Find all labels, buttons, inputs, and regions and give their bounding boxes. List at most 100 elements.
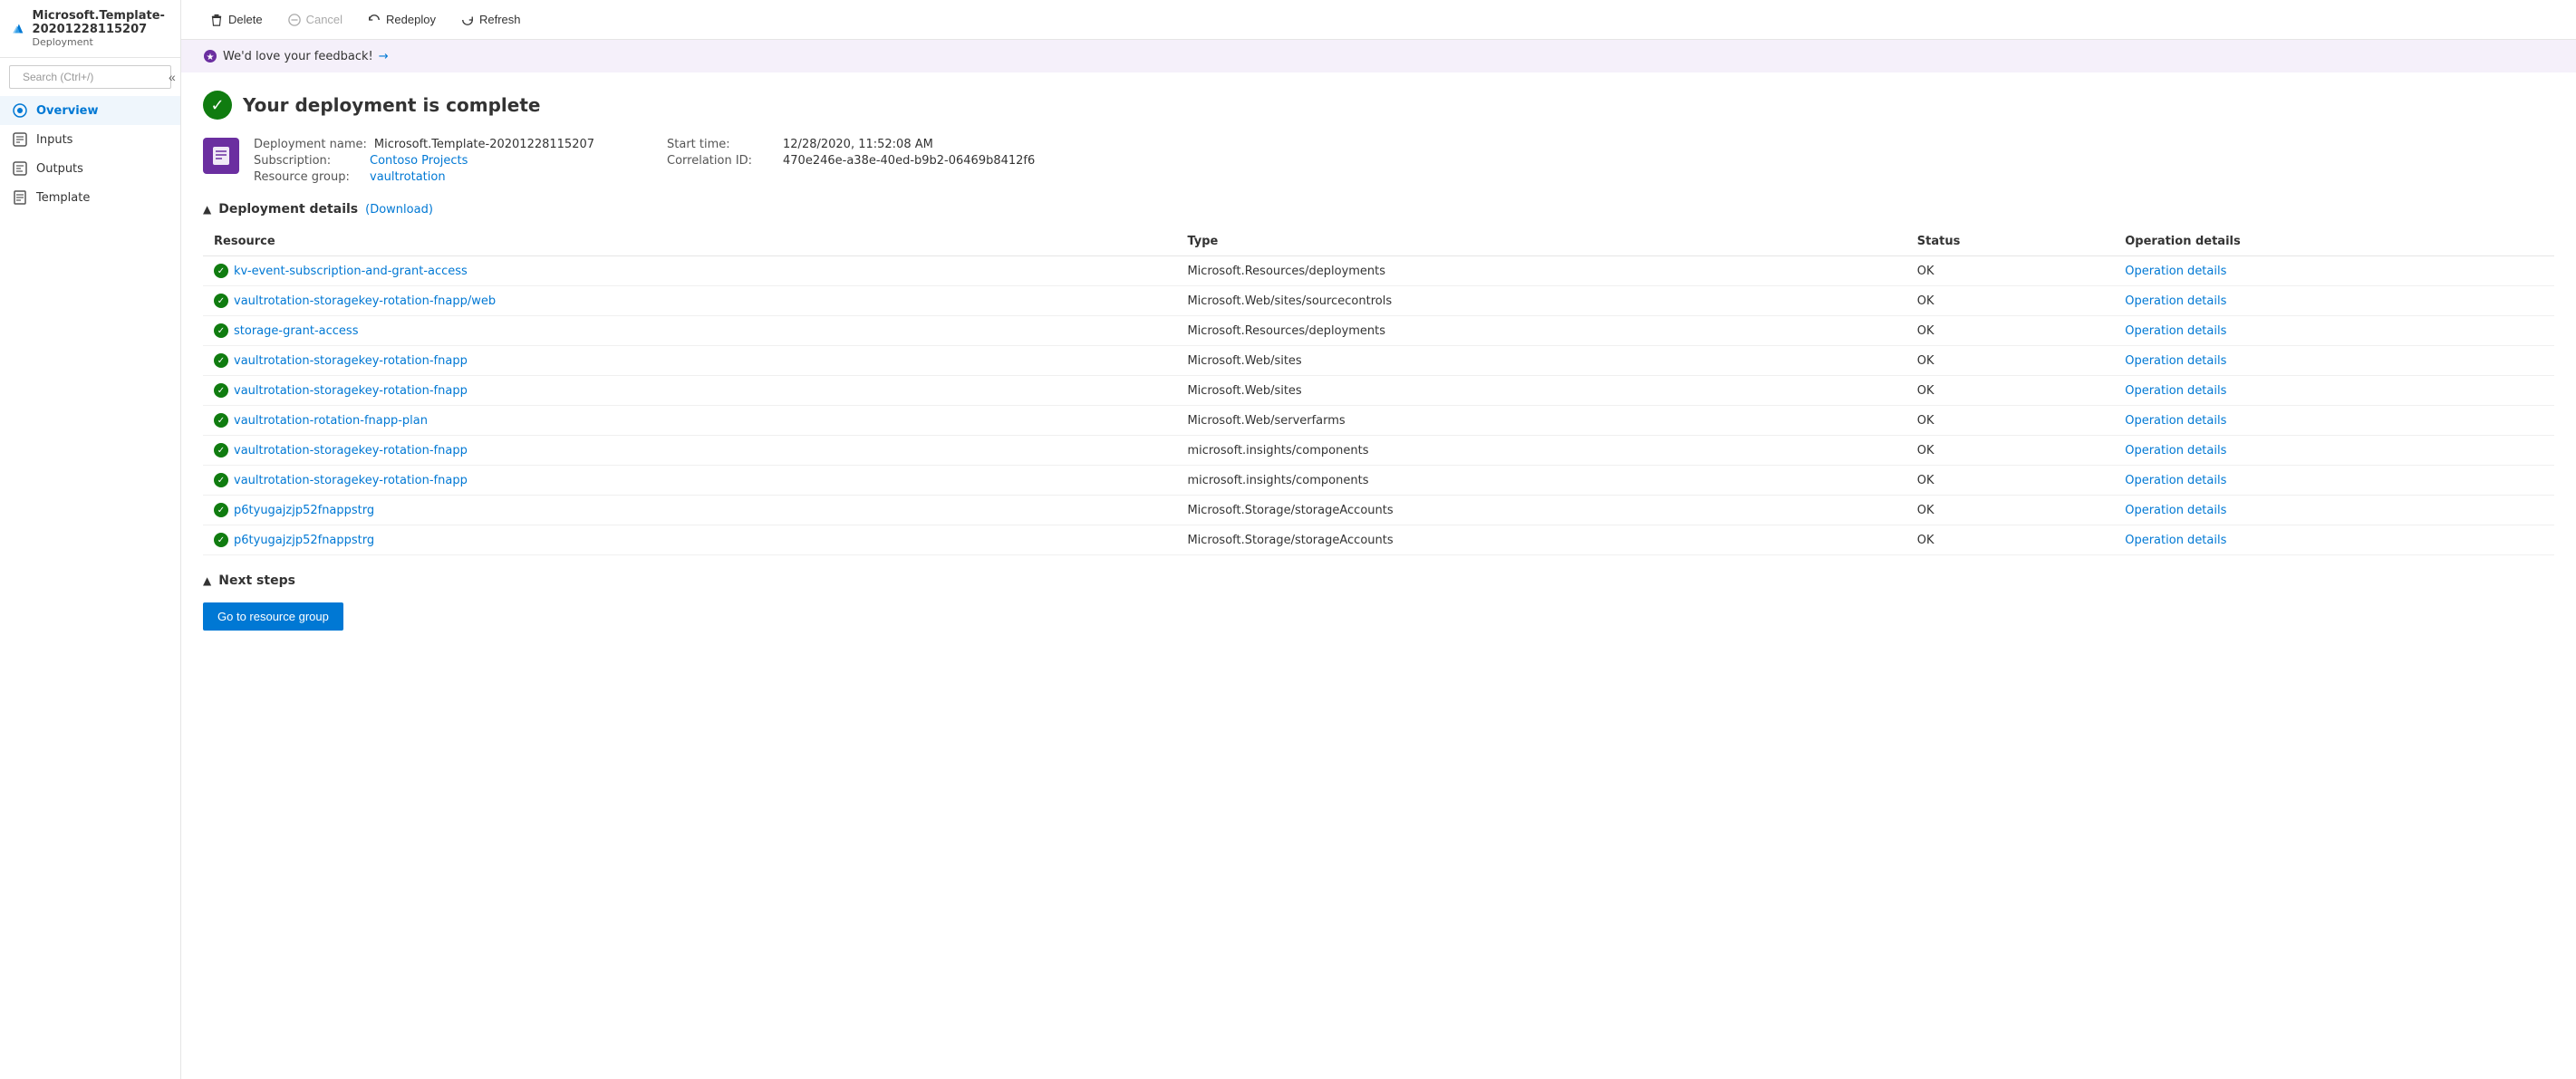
- resource-link-6[interactable]: ✓ vaultrotation-storagekey-rotation-fnap…: [214, 443, 1165, 458]
- deployment-meta-icon: [203, 138, 239, 174]
- cell-status-5: OK: [1906, 406, 2114, 436]
- sidebar-item-overview[interactable]: Overview: [0, 96, 180, 125]
- main-content: Delete Cancel Redeploy Refresh: [181, 0, 2576, 1079]
- deployment-details-label: Deployment details: [218, 202, 358, 217]
- cell-status-9: OK: [1906, 525, 2114, 555]
- go-to-resource-group-button[interactable]: Go to resource group: [203, 602, 343, 631]
- check-icon-6: ✓: [214, 443, 228, 458]
- feedback-icon: ★: [203, 49, 217, 63]
- next-steps-header[interactable]: ▲ Next steps: [203, 573, 2554, 588]
- download-link[interactable]: (Download): [365, 203, 433, 217]
- meta-correlation-label: Correlation ID:: [667, 154, 776, 168]
- cell-operation-2: Operation details: [2114, 316, 2554, 346]
- svg-text:★: ★: [207, 53, 215, 63]
- outputs-icon: [13, 161, 27, 176]
- operation-link-0[interactable]: Operation details: [2125, 265, 2226, 278]
- cell-type-9: Microsoft.Storage/storageAccounts: [1176, 525, 1905, 555]
- cell-resource-3: ✓ vaultrotation-storagekey-rotation-fnap…: [203, 346, 1176, 376]
- check-icon-9: ✓: [214, 533, 228, 547]
- template-meta-icon: [210, 145, 232, 167]
- resource-link-1[interactable]: ✓ vaultrotation-storagekey-rotation-fnap…: [214, 294, 1165, 308]
- cell-resource-1: ✓ vaultrotation-storagekey-rotation-fnap…: [203, 286, 1176, 316]
- search-input[interactable]: [23, 71, 163, 83]
- search-bar-container[interactable]: «: [9, 65, 171, 89]
- refresh-button[interactable]: Refresh: [450, 7, 532, 32]
- operation-link-3[interactable]: Operation details: [2125, 354, 2226, 368]
- cell-resource-0: ✓ kv-event-subscription-and-grant-access: [203, 256, 1176, 286]
- operation-link-7[interactable]: Operation details: [2125, 474, 2226, 487]
- col-resource: Resource: [203, 227, 1176, 256]
- cell-operation-4: Operation details: [2114, 376, 2554, 406]
- cell-status-0: OK: [1906, 256, 2114, 286]
- cell-resource-4: ✓ vaultrotation-storagekey-rotation-fnap…: [203, 376, 1176, 406]
- overview-section: ✓ Your deployment is complete Deployment…: [181, 72, 2576, 573]
- details-chevron-icon: ▲: [203, 203, 211, 216]
- sidebar: Microsoft.Template-20201228115207 Deploy…: [0, 0, 181, 1079]
- table-row: ✓ vaultrotation-storagekey-rotation-fnap…: [203, 286, 2554, 316]
- resource-link-5[interactable]: ✓ vaultrotation-rotation-fnapp-plan: [214, 413, 1165, 428]
- cell-resource-2: ✓ storage-grant-access: [203, 316, 1176, 346]
- sidebar-item-inputs[interactable]: Inputs: [0, 125, 180, 154]
- operation-link-6[interactable]: Operation details: [2125, 444, 2226, 458]
- feedback-text: We'd love your feedback!: [223, 50, 373, 63]
- check-icon-4: ✓: [214, 383, 228, 398]
- resource-link-2[interactable]: ✓ storage-grant-access: [214, 323, 1165, 338]
- meta-subscription-link[interactable]: Contoso Projects: [370, 154, 468, 168]
- meta-rg-link[interactable]: vaultrotation: [370, 170, 446, 184]
- cell-type-0: Microsoft.Resources/deployments: [1176, 256, 1905, 286]
- cell-status-6: OK: [1906, 436, 2114, 466]
- meta-left: Deployment name: Microsoft.Template-2020…: [254, 138, 594, 184]
- sidebar-item-outputs[interactable]: Outputs: [0, 154, 180, 183]
- sidebar-title: Microsoft.Template-20201228115207: [33, 9, 169, 36]
- check-icon-1: ✓: [214, 294, 228, 308]
- template-icon: [13, 190, 27, 205]
- deployment-complete-title: Your deployment is complete: [243, 94, 540, 116]
- collapse-button[interactable]: «: [169, 70, 176, 84]
- operation-link-1[interactable]: Operation details: [2125, 294, 2226, 308]
- next-steps-chevron-icon: ▲: [203, 574, 211, 587]
- cell-operation-1: Operation details: [2114, 286, 2554, 316]
- feedback-link[interactable]: →: [379, 50, 389, 63]
- operation-link-4[interactable]: Operation details: [2125, 384, 2226, 398]
- col-status: Status: [1906, 227, 2114, 256]
- cancel-button[interactable]: Cancel: [277, 7, 353, 32]
- resource-link-4[interactable]: ✓ vaultrotation-storagekey-rotation-fnap…: [214, 383, 1165, 398]
- delete-button[interactable]: Delete: [199, 7, 274, 32]
- sidebar-item-template[interactable]: Template: [0, 183, 180, 212]
- resource-link-8[interactable]: ✓ p6tyugajzjp52fnappstrg: [214, 503, 1165, 517]
- operation-link-8[interactable]: Operation details: [2125, 504, 2226, 517]
- cell-operation-3: Operation details: [2114, 346, 2554, 376]
- sidebar-item-outputs-label: Outputs: [36, 162, 83, 176]
- table-header: Resource Type Status Operation details: [203, 227, 2554, 256]
- cancel-icon: [288, 14, 301, 26]
- next-steps-section: ▲ Next steps Go to resource group: [181, 573, 2576, 652]
- nav-items: Overview Inputs: [0, 96, 180, 212]
- check-icon-3: ✓: [214, 353, 228, 368]
- delete-label: Delete: [228, 13, 263, 26]
- meta-row-subscription: Subscription: Contoso Projects: [254, 154, 594, 168]
- meta-name-label: Deployment name:: [254, 138, 367, 151]
- cell-type-5: Microsoft.Web/serverfarms: [1176, 406, 1905, 436]
- operation-link-9[interactable]: Operation details: [2125, 534, 2226, 547]
- operation-link-5[interactable]: Operation details: [2125, 414, 2226, 428]
- cell-resource-5: ✓ vaultrotation-rotation-fnapp-plan: [203, 406, 1176, 436]
- check-icon-7: ✓: [214, 473, 228, 487]
- cell-status-3: OK: [1906, 346, 2114, 376]
- meta-row-correlation: Correlation ID: 470e246e-a38e-40ed-b9b2-…: [667, 154, 1035, 168]
- resource-link-3[interactable]: ✓ vaultrotation-storagekey-rotation-fnap…: [214, 353, 1165, 368]
- table-row: ✓ vaultrotation-storagekey-rotation-fnap…: [203, 436, 2554, 466]
- check-icon-0: ✓: [214, 264, 228, 278]
- operation-link-2[interactable]: Operation details: [2125, 324, 2226, 338]
- cell-operation-7: Operation details: [2114, 466, 2554, 496]
- cell-status-1: OK: [1906, 286, 2114, 316]
- resource-link-0[interactable]: ✓ kv-event-subscription-and-grant-access: [214, 264, 1165, 278]
- redeploy-button[interactable]: Redeploy: [357, 7, 447, 32]
- deployment-details-header[interactable]: ▲ Deployment details (Download): [203, 202, 2554, 217]
- cell-resource-8: ✓ p6tyugajzjp52fnappstrg: [203, 496, 1176, 525]
- resource-link-7[interactable]: ✓ vaultrotation-storagekey-rotation-fnap…: [214, 473, 1165, 487]
- cell-resource-9: ✓ p6tyugajzjp52fnappstrg: [203, 525, 1176, 555]
- resource-link-9[interactable]: ✓ p6tyugajzjp52fnappstrg: [214, 533, 1165, 547]
- cell-type-6: microsoft.insights/components: [1176, 436, 1905, 466]
- table-row: ✓ vaultrotation-storagekey-rotation-fnap…: [203, 466, 2554, 496]
- cell-operation-5: Operation details: [2114, 406, 2554, 436]
